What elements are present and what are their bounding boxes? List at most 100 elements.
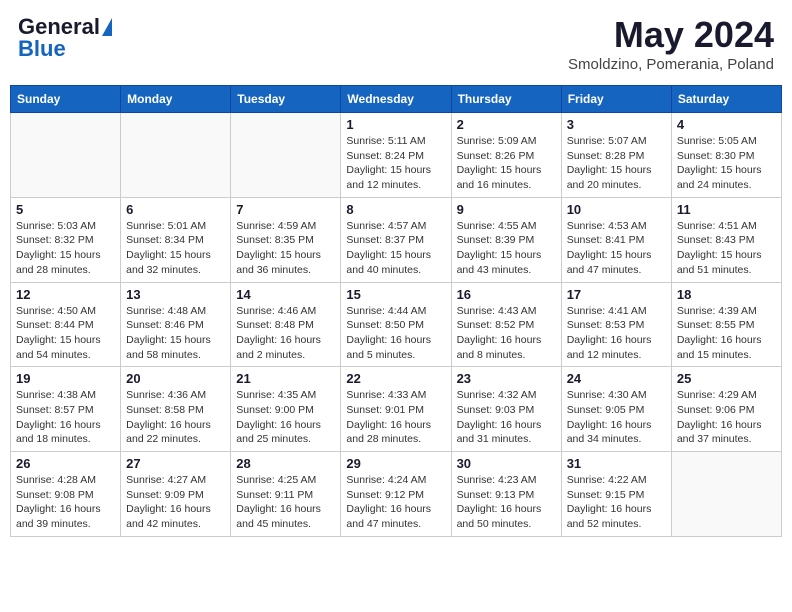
- calendar-cell: 21 Sunrise: 4:35 AM Sunset: 9:00 PM Dayli…: [231, 367, 341, 452]
- logo-blue-text: Blue: [18, 36, 66, 62]
- day-number: 13: [126, 287, 225, 302]
- calendar-cell: 13Sunrise: 4:48 AM Sunset: 8:46 PM Dayli…: [121, 282, 231, 367]
- calendar-cell: 6 Sunrise: 5:01 AM Sunset: 8:34 PM Daylig…: [121, 197, 231, 282]
- day-number: 12: [16, 287, 115, 302]
- day-info: Sunrise: 5:03 AM Sunset: 8:32 PM Dayligh…: [16, 219, 115, 278]
- day-info: Sunrise: 4:43 AM Sunset: 8:52 PM Dayligh…: [457, 304, 556, 363]
- day-info: Sunrise: 5:11 AM Sunset: 8:24 PM Dayligh…: [346, 134, 445, 193]
- calendar-week-row: 1Sunrise: 5:11 AM Sunset: 8:24 PM Daylig…: [11, 113, 782, 198]
- calendar-cell: 17 Sunrise: 4:41 AM Sunset: 8:53 PM Dayli…: [561, 282, 671, 367]
- calendar-header-friday: Friday: [561, 86, 671, 113]
- calendar-cell: 29Sunrise: 4:24 AM Sunset: 9:12 PM Dayli…: [341, 452, 451, 537]
- calendar-cell: 30Sunrise: 4:23 AM Sunset: 9:13 PM Dayli…: [451, 452, 561, 537]
- calendar-cell: 24Sunrise: 4:30 AM Sunset: 9:05 PM Dayli…: [561, 367, 671, 452]
- day-number: 10: [567, 202, 666, 217]
- day-info: Sunrise: 4:32 AM Sunset: 9:03 PM Dayligh…: [457, 388, 556, 447]
- day-info: Sunrise: 4:22 AM Sunset: 9:15 PM Dayligh…: [567, 473, 666, 532]
- day-number: 31: [567, 456, 666, 471]
- day-info: Sunrise: 4:27 AM Sunset: 9:09 PM Dayligh…: [126, 473, 225, 532]
- day-number: 25: [677, 371, 776, 386]
- day-info: Sunrise: 4:25 AM Sunset: 9:11 PM Dayligh…: [236, 473, 335, 532]
- logo: General Blue: [18, 14, 112, 62]
- calendar-cell: 1Sunrise: 5:11 AM Sunset: 8:24 PM Daylig…: [341, 113, 451, 198]
- day-number: 5: [16, 202, 115, 217]
- day-number: 11: [677, 202, 776, 217]
- day-info: Sunrise: 5:07 AM Sunset: 8:28 PM Dayligh…: [567, 134, 666, 193]
- calendar-week-row: 5 Sunrise: 5:03 AM Sunset: 8:32 PM Daylig…: [11, 197, 782, 282]
- day-number: 16: [457, 287, 556, 302]
- day-number: 19: [16, 371, 115, 386]
- day-info: Sunrise: 4:46 AM Sunset: 8:48 PM Dayligh…: [236, 304, 335, 363]
- calendar-cell: 8 Sunrise: 4:57 AM Sunset: 8:37 PM Daylig…: [341, 197, 451, 282]
- day-info: Sunrise: 4:50 AM Sunset: 8:44 PM Dayligh…: [16, 304, 115, 363]
- month-title: May 2024: [568, 14, 774, 56]
- calendar-cell: 28 Sunrise: 4:25 AM Sunset: 9:11 PM Dayli…: [231, 452, 341, 537]
- calendar-cell: 10 Sunrise: 4:53 AM Sunset: 8:41 PM Dayli…: [561, 197, 671, 282]
- calendar-header-saturday: Saturday: [671, 86, 781, 113]
- day-info: Sunrise: 4:41 AM Sunset: 8:53 PM Dayligh…: [567, 304, 666, 363]
- calendar-cell: 22 Sunrise: 4:33 AM Sunset: 9:01 PM Dayli…: [341, 367, 451, 452]
- calendar-week-row: 19 Sunrise: 4:38 AM Sunset: 8:57 PM Dayli…: [11, 367, 782, 452]
- day-info: Sunrise: 4:33 AM Sunset: 9:01 PM Dayligh…: [346, 388, 445, 447]
- day-number: 22: [346, 371, 445, 386]
- day-number: 21: [236, 371, 335, 386]
- title-section: May 2024 Smoldzino, Pomerania, Poland: [568, 14, 774, 73]
- calendar-cell: 14 Sunrise: 4:46 AM Sunset: 8:48 PM Dayli…: [231, 282, 341, 367]
- day-number: 3: [567, 117, 666, 132]
- day-info: Sunrise: 4:51 AM Sunset: 8:43 PM Dayligh…: [677, 219, 776, 278]
- day-info: Sunrise: 4:53 AM Sunset: 8:41 PM Dayligh…: [567, 219, 666, 278]
- calendar-header-row: SundayMondayTuesdayWednesdayThursdayFrid…: [11, 86, 782, 113]
- calendar-table: SundayMondayTuesdayWednesdayThursdayFrid…: [10, 85, 782, 537]
- day-number: 26: [16, 456, 115, 471]
- calendar-cell: 4 Sunrise: 5:05 AM Sunset: 8:30 PM Daylig…: [671, 113, 781, 198]
- day-info: Sunrise: 4:39 AM Sunset: 8:55 PM Dayligh…: [677, 304, 776, 363]
- calendar-header-monday: Monday: [121, 86, 231, 113]
- day-number: 17: [567, 287, 666, 302]
- calendar-header-wednesday: Wednesday: [341, 86, 451, 113]
- location-title: Smoldzino, Pomerania, Poland: [568, 56, 774, 73]
- calendar-cell: 3 Sunrise: 5:07 AM Sunset: 8:28 PM Daylig…: [561, 113, 671, 198]
- calendar-cell: [121, 113, 231, 198]
- calendar-cell: 25 Sunrise: 4:29 AM Sunset: 9:06 PM Dayli…: [671, 367, 781, 452]
- day-number: 24: [567, 371, 666, 386]
- day-number: 27: [126, 456, 225, 471]
- calendar-cell: 15Sunrise: 4:44 AM Sunset: 8:50 PM Dayli…: [341, 282, 451, 367]
- calendar-cell: 11 Sunrise: 4:51 AM Sunset: 8:43 PM Dayli…: [671, 197, 781, 282]
- logo-triangle-icon: [102, 18, 112, 36]
- calendar-cell: 19 Sunrise: 4:38 AM Sunset: 8:57 PM Dayli…: [11, 367, 121, 452]
- day-info: Sunrise: 5:01 AM Sunset: 8:34 PM Dayligh…: [126, 219, 225, 278]
- day-info: Sunrise: 4:35 AM Sunset: 9:00 PM Dayligh…: [236, 388, 335, 447]
- calendar-cell: 26 Sunrise: 4:28 AM Sunset: 9:08 PM Dayli…: [11, 452, 121, 537]
- day-number: 8: [346, 202, 445, 217]
- calendar-cell: 7 Sunrise: 4:59 AM Sunset: 8:35 PM Daylig…: [231, 197, 341, 282]
- day-number: 14: [236, 287, 335, 302]
- calendar-cell: [231, 113, 341, 198]
- day-number: 9: [457, 202, 556, 217]
- day-info: Sunrise: 4:57 AM Sunset: 8:37 PM Dayligh…: [346, 219, 445, 278]
- day-info: Sunrise: 4:59 AM Sunset: 8:35 PM Dayligh…: [236, 219, 335, 278]
- calendar-cell: 16 Sunrise: 4:43 AM Sunset: 8:52 PM Dayli…: [451, 282, 561, 367]
- day-info: Sunrise: 5:05 AM Sunset: 8:30 PM Dayligh…: [677, 134, 776, 193]
- day-info: Sunrise: 4:23 AM Sunset: 9:13 PM Dayligh…: [457, 473, 556, 532]
- day-number: 6: [126, 202, 225, 217]
- day-number: 23: [457, 371, 556, 386]
- day-info: Sunrise: 4:36 AM Sunset: 8:58 PM Dayligh…: [126, 388, 225, 447]
- day-info: Sunrise: 4:44 AM Sunset: 8:50 PM Dayligh…: [346, 304, 445, 363]
- calendar-header-sunday: Sunday: [11, 86, 121, 113]
- calendar-cell: 27 Sunrise: 4:27 AM Sunset: 9:09 PM Dayli…: [121, 452, 231, 537]
- day-number: 7: [236, 202, 335, 217]
- calendar-cell: 2Sunrise: 5:09 AM Sunset: 8:26 PM Daylig…: [451, 113, 561, 198]
- day-info: Sunrise: 4:55 AM Sunset: 8:39 PM Dayligh…: [457, 219, 556, 278]
- calendar-week-row: 12 Sunrise: 4:50 AM Sunset: 8:44 PM Dayli…: [11, 282, 782, 367]
- calendar-week-row: 26 Sunrise: 4:28 AM Sunset: 9:08 PM Dayli…: [11, 452, 782, 537]
- day-number: 4: [677, 117, 776, 132]
- day-info: Sunrise: 4:28 AM Sunset: 9:08 PM Dayligh…: [16, 473, 115, 532]
- day-number: 28: [236, 456, 335, 471]
- day-info: Sunrise: 4:29 AM Sunset: 9:06 PM Dayligh…: [677, 388, 776, 447]
- calendar-cell: [11, 113, 121, 198]
- calendar-cell: 9 Sunrise: 4:55 AM Sunset: 8:39 PM Daylig…: [451, 197, 561, 282]
- calendar-cell: 5 Sunrise: 5:03 AM Sunset: 8:32 PM Daylig…: [11, 197, 121, 282]
- calendar-cell: 18Sunrise: 4:39 AM Sunset: 8:55 PM Dayli…: [671, 282, 781, 367]
- calendar-cell: 23 Sunrise: 4:32 AM Sunset: 9:03 PM Dayli…: [451, 367, 561, 452]
- day-info: Sunrise: 4:38 AM Sunset: 8:57 PM Dayligh…: [16, 388, 115, 447]
